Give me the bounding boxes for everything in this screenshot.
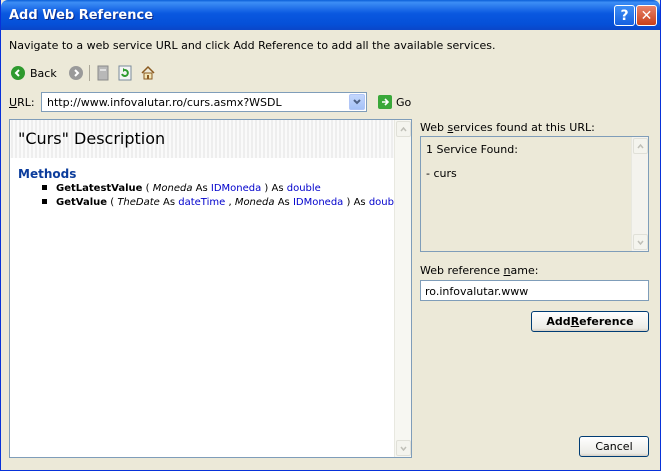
bullet-icon (42, 184, 47, 190)
chevron-up-icon (637, 143, 644, 148)
chevron-down-icon (637, 240, 644, 245)
add-reference-button[interactable]: Add Reference (531, 311, 649, 332)
scroll-down-button[interactable] (633, 234, 648, 250)
forward-icon (68, 66, 83, 80)
go-button[interactable]: Go (378, 95, 411, 109)
method-item: GetLatestValue ( Moneda As IDMoneda ) As… (42, 183, 321, 194)
web-reference-name-value: ro.infovalutar.www (425, 285, 529, 298)
web-reference-name-label: Web reference name: (420, 264, 539, 277)
param-type: IDMoneda (210, 183, 262, 194)
scroll-up-button[interactable] (396, 121, 411, 137)
instructions-text: Navigate to a web service URL and click … (9, 39, 496, 52)
url-input[interactable]: http://www.infovalutar.ro/curs.asmx?WSDL (41, 92, 367, 112)
close-icon: ✕ (640, 7, 653, 24)
back-icon (11, 66, 25, 80)
help-button[interactable]: ? (614, 5, 635, 26)
bullet-icon (42, 198, 47, 204)
back-label: Back (30, 66, 57, 80)
add-web-reference-dialog: Add Web Reference ? ✕ Navigate to a web … (0, 0, 661, 471)
back-button[interactable]: Back (11, 66, 57, 80)
chevron-down-icon (400, 446, 407, 451)
close-button[interactable]: ✕ (636, 5, 657, 26)
services-scrollbar[interactable] (631, 137, 648, 251)
refresh-icon (118, 65, 132, 81)
method-name-link[interactable]: GetValue (56, 197, 107, 208)
go-label: Go (396, 95, 412, 109)
service-description-browser[interactable]: "Curs" Description Methods GetLatestValu… (9, 119, 412, 458)
service-item: - curs (426, 167, 457, 180)
methods-heading: Methods (18, 167, 77, 181)
method-item: GetValue ( TheDate As dateTime , Moneda … (42, 197, 403, 208)
stop-icon (97, 65, 109, 81)
method-name-link[interactable]: GetLatestValue (56, 183, 142, 194)
services-label: Web services found at this URL: (420, 121, 595, 134)
home-icon (141, 65, 155, 80)
chevron-down-icon (353, 99, 361, 105)
description-header: "Curs" Description (10, 120, 396, 158)
param-name: Moneda (234, 197, 275, 208)
url-value: http://www.infovalutar.ro/curs.asmx?WSDL (47, 96, 282, 109)
toolbar-separator (88, 65, 90, 81)
window-title: Add Web Reference (9, 8, 154, 23)
return-type: double (286, 183, 321, 194)
scroll-up-button[interactable] (633, 138, 648, 154)
refresh-button[interactable] (118, 65, 132, 81)
chevron-up-icon (400, 126, 407, 131)
go-arrow-icon (378, 95, 392, 109)
title-bar: Add Web Reference ? ✕ (1, 0, 660, 30)
navigation-toolbar: Back (11, 64, 156, 82)
stop-button[interactable] (96, 65, 110, 81)
url-dropdown-button[interactable] (349, 94, 365, 110)
cancel-button[interactable]: Cancel (579, 436, 649, 457)
web-reference-name-input[interactable]: ro.infovalutar.www (420, 280, 649, 301)
home-button[interactable] (140, 65, 156, 81)
param-type: dateTime (178, 197, 226, 208)
param-type: IDMoneda (292, 197, 344, 208)
url-label: URL: (9, 96, 35, 109)
scroll-down-button[interactable] (396, 440, 411, 456)
forward-button[interactable] (68, 66, 83, 80)
param-name: TheDate (117, 197, 160, 208)
help-icon: ? (620, 7, 629, 24)
description-title: "Curs" Description (18, 129, 166, 148)
services-list[interactable]: 1 Service Found: - curs (420, 136, 649, 252)
services-found-text: 1 Service Found: (426, 143, 518, 156)
param-name: Moneda (152, 183, 193, 194)
browser-scrollbar[interactable] (394, 120, 411, 457)
